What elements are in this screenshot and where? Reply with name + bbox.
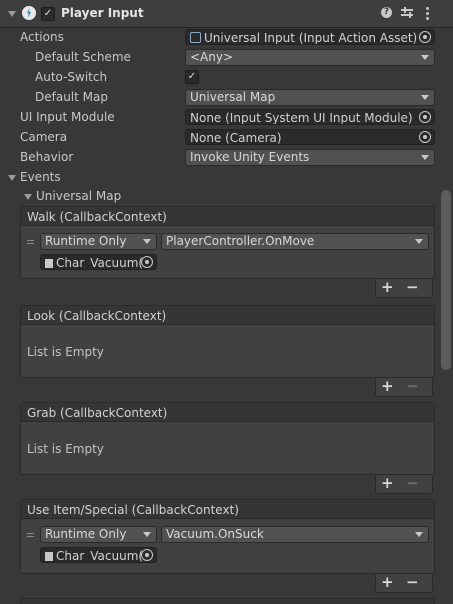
preset-icon[interactable]: [401, 7, 413, 19]
look-list-footer: + −: [375, 378, 433, 397]
walk-object-value: Char_Vacuum(: [56, 256, 144, 270]
auto-switch-label: Auto-Switch: [35, 70, 108, 84]
component-enabled-checkbox[interactable]: ✓: [41, 7, 55, 21]
ui-input-module-field[interactable]: None (Input System UI Input Module): [185, 109, 435, 125]
camera-label: Camera: [20, 130, 68, 144]
look-event-header: Look (CallbackContext): [20, 305, 435, 325]
walk-list-footer: + −: [375, 279, 433, 298]
grab-empty-text: List is Empty: [27, 442, 104, 456]
grab-event-title: Grab (CallbackContext): [27, 406, 168, 420]
use-item-mode-dropdown[interactable]: Runtime Only: [40, 526, 157, 543]
walk-event-title: Walk (CallbackContext): [27, 210, 167, 224]
default-map-label: Default Map: [35, 90, 108, 104]
vertical-scrollbar[interactable]: [441, 190, 451, 370]
walk-function-dropdown[interactable]: PlayerController.OnMove: [161, 233, 429, 250]
object-picker-icon[interactable]: [141, 256, 153, 268]
add-button[interactable]: +: [381, 475, 394, 492]
object-picker-icon[interactable]: [419, 131, 431, 143]
use-item-object-value: Char_Vacuum(: [56, 549, 144, 563]
default-scheme-value: <Any>: [190, 50, 234, 64]
collapse-arrow-icon[interactable]: [8, 11, 16, 17]
walk-event-header: Walk (CallbackContext): [20, 206, 435, 226]
events-label[interactable]: Events: [20, 170, 61, 184]
actions-label: Actions: [20, 30, 64, 44]
chevron-down-icon: [415, 532, 423, 537]
help-icon[interactable]: ?: [381, 7, 392, 18]
add-button[interactable]: +: [381, 279, 394, 296]
camera-value: None (Camera): [190, 131, 282, 145]
gameobject-icon: [45, 552, 53, 561]
default-map-dropdown[interactable]: Universal Map: [185, 89, 435, 106]
gameobject-icon: [45, 259, 53, 268]
look-empty-text: List is Empty: [27, 345, 104, 359]
remove-button[interactable]: −: [406, 574, 419, 591]
ui-input-module-value: None (Input System UI Input Module): [190, 111, 413, 125]
more-options-icon[interactable]: [425, 6, 429, 20]
use-item-function-dropdown[interactable]: Vacuum.OnSuck: [161, 526, 429, 543]
auto-switch-checkbox[interactable]: ✓: [185, 70, 199, 84]
chevron-down-icon: [421, 95, 429, 100]
behavior-value: Invoke Unity Events: [190, 150, 310, 164]
use-item-object-field[interactable]: Char_Vacuum(: [40, 547, 157, 563]
drag-handle-icon[interactable]: [27, 240, 34, 244]
chevron-down-icon: [421, 55, 429, 60]
actions-value: Universal Input (Input Action Asset): [204, 31, 418, 45]
behavior-dropdown[interactable]: Invoke Unity Events: [185, 149, 435, 166]
use-item-mode-value: Runtime Only: [45, 527, 127, 541]
remove-button[interactable]: −: [406, 475, 419, 492]
object-picker-icon[interactable]: [419, 111, 431, 123]
look-event-title: Look (CallbackContext): [27, 309, 167, 323]
drag-handle-icon[interactable]: [27, 533, 34, 537]
object-picker-icon[interactable]: [141, 549, 153, 561]
chevron-down-icon: [415, 239, 423, 244]
events-foldout-icon[interactable]: [8, 175, 16, 181]
add-button[interactable]: +: [381, 378, 394, 395]
use-item-list-footer: + −: [375, 574, 433, 593]
walk-mode-dropdown[interactable]: Runtime Only: [40, 233, 157, 250]
use-item-event-title: Use Item/Special (CallbackContext): [27, 503, 239, 517]
map-foldout-icon[interactable]: [24, 194, 32, 200]
behavior-label: Behavior: [20, 150, 74, 164]
default-scheme-dropdown[interactable]: <Any>: [185, 49, 435, 66]
grab-list-footer: + −: [375, 475, 433, 494]
object-picker-icon[interactable]: [419, 31, 431, 43]
next-event-header: [20, 598, 435, 604]
default-scheme-label: Default Scheme: [35, 50, 131, 64]
walk-function-value: PlayerController.OnMove: [166, 234, 315, 248]
use-item-event-header: Use Item/Special (CallbackContext): [20, 499, 435, 519]
remove-button[interactable]: −: [406, 378, 419, 395]
default-map-value: Universal Map: [190, 90, 276, 104]
use-item-function-value: Vacuum.OnSuck: [166, 527, 264, 541]
component-title: Player Input: [61, 6, 144, 20]
ui-input-module-label: UI Input Module: [20, 110, 115, 124]
remove-button[interactable]: −: [406, 279, 419, 296]
player-input-icon: [22, 6, 36, 20]
universal-map-label[interactable]: Universal Map: [36, 189, 121, 203]
walk-mode-value: Runtime Only: [45, 234, 127, 248]
add-button[interactable]: +: [381, 574, 394, 591]
walk-object-field[interactable]: Char_Vacuum(: [40, 254, 157, 270]
chevron-down-icon: [421, 155, 429, 160]
actions-field[interactable]: Universal Input (Input Action Asset): [185, 29, 435, 45]
chevron-down-icon: [143, 532, 151, 537]
grab-event-header: Grab (CallbackContext): [20, 402, 435, 422]
asset-icon: [190, 32, 201, 43]
chevron-down-icon: [143, 239, 151, 244]
camera-field[interactable]: None (Camera): [185, 129, 435, 145]
